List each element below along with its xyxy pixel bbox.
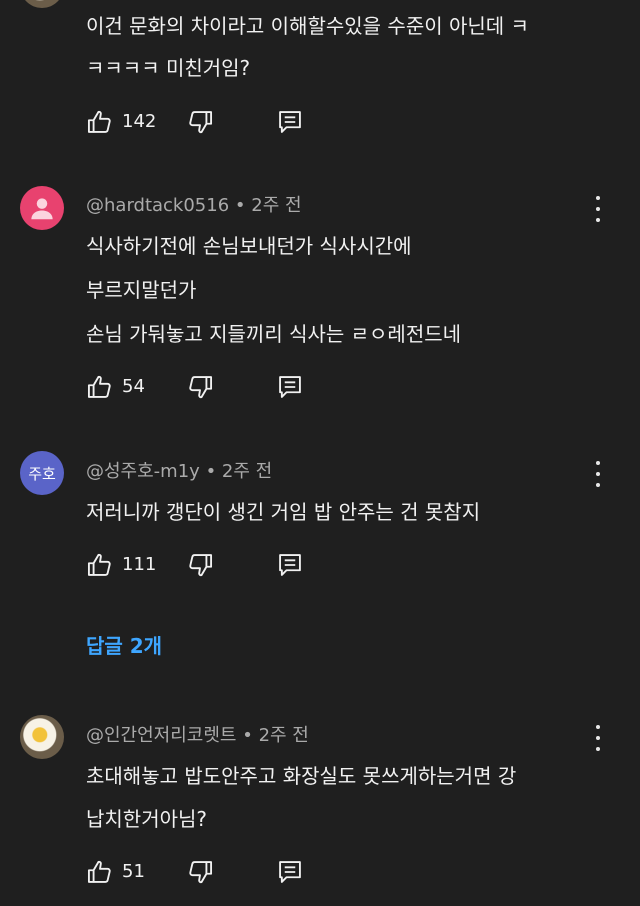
comment-meta: @인간언저리코렛트 • 2주 전 (86, 721, 309, 747)
comment-actions: 54 (86, 373, 386, 403)
comment-text-line: 이건 문화의 차이라고 이해할수있을 수준이 아닌데 ㅋ (86, 14, 529, 38)
comment-actions: 111 (86, 551, 386, 581)
thumbs-down-icon[interactable] (186, 551, 214, 579)
thumbs-up-icon[interactable] (86, 551, 114, 579)
comment-text-line: 식사하기전에 손님보내던가 식사시간에 (86, 234, 412, 258)
more-vert-icon[interactable] (588, 725, 608, 751)
author-name[interactable]: @hardtack0516 (86, 195, 229, 216)
comment-actions: 51 (86, 858, 386, 888)
more-vert-icon[interactable] (588, 196, 608, 222)
avatar[interactable] (20, 0, 64, 8)
comment-text-line: 납치한거아님? (86, 807, 208, 831)
meta-separator: • (205, 461, 217, 482)
reply-icon[interactable] (276, 858, 304, 886)
avatar-initials: 주호 (28, 464, 56, 483)
timestamp: 2주 전 (251, 195, 302, 216)
reply-icon[interactable] (276, 108, 304, 136)
avatar[interactable] (20, 715, 64, 759)
thumbs-down-icon[interactable] (186, 373, 214, 401)
comment-text-line: 초대해놓고 밥도안주고 화장실도 못쓰게하는거면 강 (86, 764, 517, 788)
author-name[interactable]: @성주호-m1y (86, 461, 200, 482)
thumbs-up-icon[interactable] (86, 858, 114, 886)
view-replies-button[interactable]: 답글 2개 (86, 630, 162, 659)
timestamp: 2주 전 (221, 461, 273, 482)
comment-text-line: 저러니까 갱단이 생긴 거임 밥 안주는 건 못참지 (86, 500, 481, 524)
thumbs-up-icon[interactable] (86, 373, 114, 401)
reply-icon[interactable] (276, 373, 304, 401)
meta-separator: • (234, 195, 246, 216)
like-count: 51 (122, 861, 145, 882)
thumbs-down-icon[interactable] (186, 108, 214, 136)
comment-actions: 142 (86, 108, 386, 138)
avatar[interactable]: 주호 (20, 451, 64, 495)
person-icon (31, 198, 53, 220)
thumbs-up-icon[interactable] (86, 108, 114, 136)
timestamp: 2주 전 (258, 725, 309, 746)
reply-icon[interactable] (276, 551, 304, 579)
comment-meta: @성주호-m1y • 2주 전 (86, 457, 272, 483)
comment-text-line: ㅋㅋㅋㅋ 미친거임? (86, 56, 251, 80)
comment-text-line: 손님 가둬놓고 지들끼리 식사는 ㄹㅇ레전드네 (86, 322, 462, 346)
comment-text-line: 부르지말던가 (86, 278, 197, 302)
like-count: 142 (122, 111, 157, 132)
like-count: 111 (122, 554, 157, 575)
like-count: 54 (122, 376, 145, 397)
thumbs-down-icon[interactable] (186, 858, 214, 886)
avatar[interactable] (20, 186, 64, 230)
comment-meta: @hardtack0516 • 2주 전 (86, 191, 302, 217)
more-vert-icon[interactable] (588, 461, 608, 487)
meta-separator: • (242, 725, 253, 746)
author-name[interactable]: @인간언저리코렛트 (86, 725, 236, 746)
